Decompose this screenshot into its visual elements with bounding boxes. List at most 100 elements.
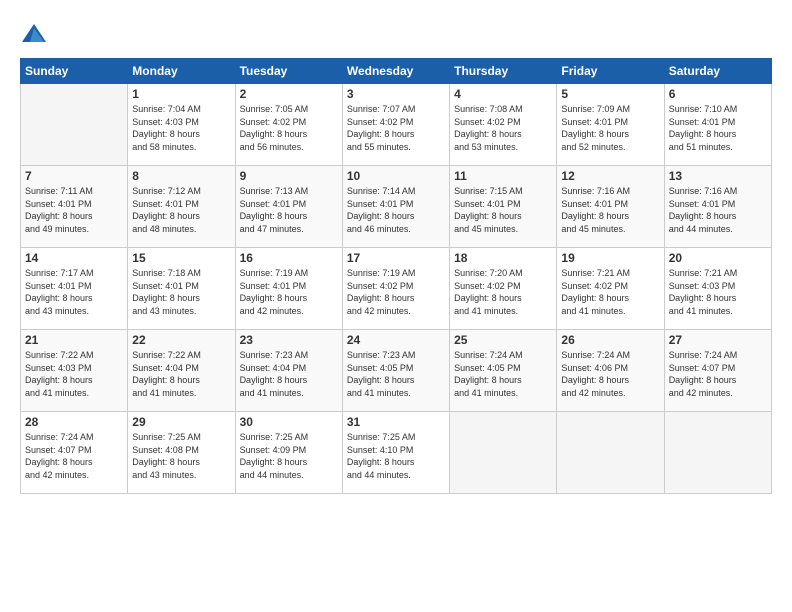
day-detail: Sunrise: 7:24 AM Sunset: 4:05 PM Dayligh…: [454, 349, 552, 399]
calendar-cell: 13 Sunrise: 7:16 AM Sunset: 4:01 PM Dayli…: [664, 166, 771, 248]
calendar-cell: 14 Sunrise: 7:17 AM Sunset: 4:01 PM Dayli…: [21, 248, 128, 330]
calendar-cell: 19Sunrise: 7:21 AM Sunset: 4:02 PM Dayli…: [557, 248, 664, 330]
day-number: 8: [132, 169, 230, 183]
week-row-2: 14 Sunrise: 7:17 AM Sunset: 4:01 PM Dayli…: [21, 248, 772, 330]
weekday-header-sunday: Sunday: [21, 59, 128, 84]
week-row-0: 1Sunrise: 7:04 AM Sunset: 4:03 PM Daylig…: [21, 84, 772, 166]
calendar-cell: 17 Sunrise: 7:19 AM Sunset: 4:02 PM Dayli…: [342, 248, 449, 330]
day-number: 23: [240, 333, 338, 347]
day-number: 16: [240, 251, 338, 265]
calendar-cell: 15 Sunrise: 7:18 AM Sunset: 4:01 PM Dayli…: [128, 248, 235, 330]
day-number: 9: [240, 169, 338, 183]
weekday-header-monday: Monday: [128, 59, 235, 84]
calendar-cell: 21 Sunrise: 7:22 AM Sunset: 4:03 PM Dayli…: [21, 330, 128, 412]
calendar-cell: 16 Sunrise: 7:19 AM Sunset: 4:01 PM Dayli…: [235, 248, 342, 330]
header: [20, 16, 772, 48]
calendar-cell: 4 Sunrise: 7:08 AM Sunset: 4:02 PM Daylig…: [450, 84, 557, 166]
day-detail: Sunrise: 7:11 AM Sunset: 4:01 PM Dayligh…: [25, 185, 123, 235]
calendar-cell: 30 Sunrise: 7:25 AM Sunset: 4:09 PM Dayli…: [235, 412, 342, 494]
day-number: 12: [561, 169, 659, 183]
day-detail: Sunrise: 7:14 AM Sunset: 4:01 PM Dayligh…: [347, 185, 445, 235]
day-number: 29: [132, 415, 230, 429]
calendar-cell: 8 Sunrise: 7:12 AM Sunset: 4:01 PM Daylig…: [128, 166, 235, 248]
day-detail: Sunrise: 7:25 AM Sunset: 4:09 PM Dayligh…: [240, 431, 338, 481]
week-row-4: 28 Sunrise: 7:24 AM Sunset: 4:07 PM Dayli…: [21, 412, 772, 494]
day-detail: Sunrise: 7:12 AM Sunset: 4:01 PM Dayligh…: [132, 185, 230, 235]
calendar-cell: [664, 412, 771, 494]
day-detail: Sunrise: 7:07 AM Sunset: 4:02 PM Dayligh…: [347, 103, 445, 153]
day-detail: Sunrise: 7:09 AM Sunset: 4:01 PM Dayligh…: [561, 103, 659, 153]
day-number: 3: [347, 87, 445, 101]
weekday-header-saturday: Saturday: [664, 59, 771, 84]
day-number: 27: [669, 333, 767, 347]
day-detail: Sunrise: 7:10 AM Sunset: 4:01 PM Dayligh…: [669, 103, 767, 153]
calendar-cell: 18 Sunrise: 7:20 AM Sunset: 4:02 PM Dayli…: [450, 248, 557, 330]
day-detail: Sunrise: 7:19 AM Sunset: 4:01 PM Dayligh…: [240, 267, 338, 317]
day-number: 26: [561, 333, 659, 347]
day-detail: Sunrise: 7:15 AM Sunset: 4:01 PM Dayligh…: [454, 185, 552, 235]
calendar-cell: 10Sunrise: 7:14 AM Sunset: 4:01 PM Dayli…: [342, 166, 449, 248]
calendar-cell: 9 Sunrise: 7:13 AM Sunset: 4:01 PM Daylig…: [235, 166, 342, 248]
calendar-cell: [450, 412, 557, 494]
weekday-header-row: SundayMondayTuesdayWednesdayThursdayFrid…: [21, 59, 772, 84]
day-detail: Sunrise: 7:16 AM Sunset: 4:01 PM Dayligh…: [561, 185, 659, 235]
day-detail: Sunrise: 7:17 AM Sunset: 4:01 PM Dayligh…: [25, 267, 123, 317]
day-number: 15: [132, 251, 230, 265]
calendar-cell: 6 Sunrise: 7:10 AM Sunset: 4:01 PM Daylig…: [664, 84, 771, 166]
calendar-cell: 31Sunrise: 7:25 AM Sunset: 4:10 PM Dayli…: [342, 412, 449, 494]
day-detail: Sunrise: 7:23 AM Sunset: 4:04 PM Dayligh…: [240, 349, 338, 399]
day-number: 24: [347, 333, 445, 347]
day-number: 13: [669, 169, 767, 183]
calendar-cell: 2 Sunrise: 7:05 AM Sunset: 4:02 PM Daylig…: [235, 84, 342, 166]
day-number: 5: [561, 87, 659, 101]
week-row-3: 21 Sunrise: 7:22 AM Sunset: 4:03 PM Dayli…: [21, 330, 772, 412]
day-number: 2: [240, 87, 338, 101]
weekday-header-tuesday: Tuesday: [235, 59, 342, 84]
weekday-header-wednesday: Wednesday: [342, 59, 449, 84]
day-detail: Sunrise: 7:16 AM Sunset: 4:01 PM Dayligh…: [669, 185, 767, 235]
calendar-cell: 7Sunrise: 7:11 AM Sunset: 4:01 PM Daylig…: [21, 166, 128, 248]
calendar: SundayMondayTuesdayWednesdayThursdayFrid…: [20, 58, 772, 494]
weekday-header-thursday: Thursday: [450, 59, 557, 84]
calendar-cell: [557, 412, 664, 494]
logo: [20, 20, 52, 48]
day-number: 1: [132, 87, 230, 101]
day-number: 22: [132, 333, 230, 347]
day-detail: Sunrise: 7:18 AM Sunset: 4:01 PM Dayligh…: [132, 267, 230, 317]
day-number: 28: [25, 415, 123, 429]
calendar-cell: 12 Sunrise: 7:16 AM Sunset: 4:01 PM Dayli…: [557, 166, 664, 248]
day-detail: Sunrise: 7:21 AM Sunset: 4:03 PM Dayligh…: [669, 267, 767, 317]
day-number: 4: [454, 87, 552, 101]
calendar-cell: 1Sunrise: 7:04 AM Sunset: 4:03 PM Daylig…: [128, 84, 235, 166]
logo-icon: [20, 20, 48, 48]
calendar-cell: 20Sunrise: 7:21 AM Sunset: 4:03 PM Dayli…: [664, 248, 771, 330]
day-detail: Sunrise: 7:19 AM Sunset: 4:02 PM Dayligh…: [347, 267, 445, 317]
page: SundayMondayTuesdayWednesdayThursdayFrid…: [0, 0, 792, 612]
day-number: 14: [25, 251, 123, 265]
day-number: 30: [240, 415, 338, 429]
day-number: 17: [347, 251, 445, 265]
day-detail: Sunrise: 7:23 AM Sunset: 4:05 PM Dayligh…: [347, 349, 445, 399]
calendar-cell: 28 Sunrise: 7:24 AM Sunset: 4:07 PM Dayli…: [21, 412, 128, 494]
calendar-cell: 29Sunrise: 7:25 AM Sunset: 4:08 PM Dayli…: [128, 412, 235, 494]
calendar-cell: 11Sunrise: 7:15 AM Sunset: 4:01 PM Dayli…: [450, 166, 557, 248]
calendar-cell: 26Sunrise: 7:24 AM Sunset: 4:06 PM Dayli…: [557, 330, 664, 412]
day-detail: Sunrise: 7:08 AM Sunset: 4:02 PM Dayligh…: [454, 103, 552, 153]
day-detail: Sunrise: 7:24 AM Sunset: 4:07 PM Dayligh…: [25, 431, 123, 481]
calendar-cell: 5 Sunrise: 7:09 AM Sunset: 4:01 PM Daylig…: [557, 84, 664, 166]
calendar-cell: 23 Sunrise: 7:23 AM Sunset: 4:04 PM Dayli…: [235, 330, 342, 412]
day-detail: Sunrise: 7:20 AM Sunset: 4:02 PM Dayligh…: [454, 267, 552, 317]
calendar-cell: 22Sunrise: 7:22 AM Sunset: 4:04 PM Dayli…: [128, 330, 235, 412]
day-number: 21: [25, 333, 123, 347]
calendar-cell: 27Sunrise: 7:24 AM Sunset: 4:07 PM Dayli…: [664, 330, 771, 412]
day-number: 6: [669, 87, 767, 101]
day-number: 18: [454, 251, 552, 265]
day-detail: Sunrise: 7:22 AM Sunset: 4:03 PM Dayligh…: [25, 349, 123, 399]
calendar-cell: 25Sunrise: 7:24 AM Sunset: 4:05 PM Dayli…: [450, 330, 557, 412]
day-detail: Sunrise: 7:05 AM Sunset: 4:02 PM Dayligh…: [240, 103, 338, 153]
calendar-cell: 3 Sunrise: 7:07 AM Sunset: 4:02 PM Daylig…: [342, 84, 449, 166]
weekday-header-friday: Friday: [557, 59, 664, 84]
day-number: 31: [347, 415, 445, 429]
calendar-cell: [21, 84, 128, 166]
day-detail: Sunrise: 7:13 AM Sunset: 4:01 PM Dayligh…: [240, 185, 338, 235]
